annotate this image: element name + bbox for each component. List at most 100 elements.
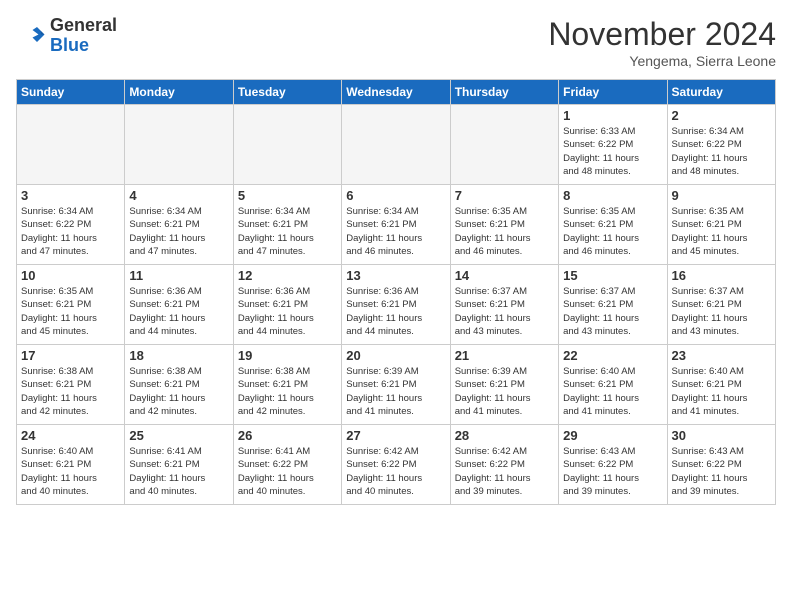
day-number: 5	[238, 188, 337, 203]
day-number: 20	[346, 348, 445, 363]
day-number: 2	[672, 108, 771, 123]
day-detail: Sunrise: 6:37 AM Sunset: 6:21 PM Dayligh…	[455, 285, 554, 338]
logo-icon	[16, 21, 46, 51]
day-number: 19	[238, 348, 337, 363]
day-number: 8	[563, 188, 662, 203]
day-detail: Sunrise: 6:36 AM Sunset: 6:21 PM Dayligh…	[129, 285, 228, 338]
day-number: 3	[21, 188, 120, 203]
day-detail: Sunrise: 6:38 AM Sunset: 6:21 PM Dayligh…	[129, 365, 228, 418]
calendar-cell: 1 Sunrise: 6:33 AM Sunset: 6:22 PM Daylig…	[559, 105, 667, 185]
day-detail: Sunrise: 6:35 AM Sunset: 6:21 PM Dayligh…	[672, 205, 771, 258]
page: General Blue November 2024 Yengema, Sier…	[0, 0, 792, 612]
calendar-cell: 28Sunrise: 6:42 AM Sunset: 6:22 PM Dayli…	[450, 425, 558, 505]
month-title: November 2024	[548, 16, 776, 53]
calendar-cell: 27 Sunrise: 6:42 AM Sunset: 6:22 PM Dayli…	[342, 425, 450, 505]
calendar-header: Sunday Monday Tuesday Wednesday Thursday…	[17, 80, 776, 105]
day-detail: Sunrise: 6:43 AM Sunset: 6:22 PM Dayligh…	[563, 445, 662, 498]
day-detail: Sunrise: 6:41 AM Sunset: 6:22 PM Dayligh…	[238, 445, 337, 498]
day-detail: Sunrise: 6:33 AM Sunset: 6:22 PM Dayligh…	[563, 125, 662, 178]
calendar-cell: 13 Sunrise: 6:36 AM Sunset: 6:21 PM Dayli…	[342, 265, 450, 345]
calendar-cell: 16Sunrise: 6:37 AM Sunset: 6:21 PM Dayli…	[667, 265, 775, 345]
calendar-cell: 8 Sunrise: 6:35 AM Sunset: 6:21 PM Daylig…	[559, 185, 667, 265]
day-detail: Sunrise: 6:34 AM Sunset: 6:22 PM Dayligh…	[21, 205, 120, 258]
col-sunday: Sunday	[17, 80, 125, 105]
calendar-week-3: 17 Sunrise: 6:38 AM Sunset: 6:21 PM Dayli…	[17, 345, 776, 425]
col-thursday: Thursday	[450, 80, 558, 105]
day-number: 24	[21, 428, 120, 443]
calendar-cell: 9 Sunrise: 6:35 AM Sunset: 6:21 PM Daylig…	[667, 185, 775, 265]
calendar-cell: 15Sunrise: 6:37 AM Sunset: 6:21 PM Dayli…	[559, 265, 667, 345]
col-friday: Friday	[559, 80, 667, 105]
day-number: 12	[238, 268, 337, 283]
day-number: 29	[563, 428, 662, 443]
day-number: 27	[346, 428, 445, 443]
col-wednesday: Wednesday	[342, 80, 450, 105]
day-number: 14	[455, 268, 554, 283]
calendar-cell: 30 Sunrise: 6:43 AM Sunset: 6:22 PM Dayli…	[667, 425, 775, 505]
day-number: 1	[563, 108, 662, 123]
day-detail: Sunrise: 6:42 AM Sunset: 6:22 PM Dayligh…	[346, 445, 445, 498]
day-number: 9	[672, 188, 771, 203]
day-detail: Sunrise: 6:40 AM Sunset: 6:21 PM Dayligh…	[21, 445, 120, 498]
day-detail: Sunrise: 6:34 AM Sunset: 6:21 PM Dayligh…	[346, 205, 445, 258]
day-number: 26	[238, 428, 337, 443]
day-detail: Sunrise: 6:40 AM Sunset: 6:21 PM Dayligh…	[672, 365, 771, 418]
calendar-cell	[233, 105, 341, 185]
calendar-week-1: 3 Sunrise: 6:34 AM Sunset: 6:22 PM Daylig…	[17, 185, 776, 265]
weekday-row: Sunday Monday Tuesday Wednesday Thursday…	[17, 80, 776, 105]
calendar-cell: 29 Sunrise: 6:43 AM Sunset: 6:22 PM Dayli…	[559, 425, 667, 505]
calendar: Sunday Monday Tuesday Wednesday Thursday…	[16, 79, 776, 505]
day-number: 23	[672, 348, 771, 363]
day-detail: Sunrise: 6:36 AM Sunset: 6:21 PM Dayligh…	[238, 285, 337, 338]
header: General Blue November 2024 Yengema, Sier…	[16, 16, 776, 69]
calendar-body: 1 Sunrise: 6:33 AM Sunset: 6:22 PM Daylig…	[17, 105, 776, 505]
calendar-cell: 25Sunrise: 6:41 AM Sunset: 6:21 PM Dayli…	[125, 425, 233, 505]
calendar-cell: 21 Sunrise: 6:39 AM Sunset: 6:21 PM Dayli…	[450, 345, 558, 425]
day-number: 22	[563, 348, 662, 363]
calendar-cell: 26 Sunrise: 6:41 AM Sunset: 6:22 PM Dayli…	[233, 425, 341, 505]
day-detail: Sunrise: 6:34 AM Sunset: 6:22 PM Dayligh…	[672, 125, 771, 178]
calendar-cell: 6 Sunrise: 6:34 AM Sunset: 6:21 PM Daylig…	[342, 185, 450, 265]
col-tuesday: Tuesday	[233, 80, 341, 105]
calendar-cell	[450, 105, 558, 185]
day-number: 7	[455, 188, 554, 203]
day-detail: Sunrise: 6:37 AM Sunset: 6:21 PM Dayligh…	[672, 285, 771, 338]
calendar-cell	[17, 105, 125, 185]
day-detail: Sunrise: 6:34 AM Sunset: 6:21 PM Dayligh…	[129, 205, 228, 258]
day-detail: Sunrise: 6:38 AM Sunset: 6:21 PM Dayligh…	[21, 365, 120, 418]
title-block: November 2024 Yengema, Sierra Leone	[548, 16, 776, 69]
calendar-cell: 23 Sunrise: 6:40 AM Sunset: 6:21 PM Dayli…	[667, 345, 775, 425]
day-detail: Sunrise: 6:39 AM Sunset: 6:21 PM Dayligh…	[346, 365, 445, 418]
calendar-cell: 20 Sunrise: 6:39 AM Sunset: 6:21 PM Dayli…	[342, 345, 450, 425]
day-detail: Sunrise: 6:43 AM Sunset: 6:22 PM Dayligh…	[672, 445, 771, 498]
calendar-cell: 10 Sunrise: 6:35 AM Sunset: 6:21 PM Dayli…	[17, 265, 125, 345]
calendar-cell	[125, 105, 233, 185]
calendar-cell: 18 Sunrise: 6:38 AM Sunset: 6:21 PM Dayli…	[125, 345, 233, 425]
day-number: 18	[129, 348, 228, 363]
calendar-week-4: 24 Sunrise: 6:40 AM Sunset: 6:21 PM Dayli…	[17, 425, 776, 505]
col-monday: Monday	[125, 80, 233, 105]
calendar-cell: 19Sunrise: 6:38 AM Sunset: 6:21 PM Dayli…	[233, 345, 341, 425]
day-detail: Sunrise: 6:36 AM Sunset: 6:21 PM Dayligh…	[346, 285, 445, 338]
day-number: 13	[346, 268, 445, 283]
day-detail: Sunrise: 6:35 AM Sunset: 6:21 PM Dayligh…	[21, 285, 120, 338]
calendar-cell: 17 Sunrise: 6:38 AM Sunset: 6:21 PM Dayli…	[17, 345, 125, 425]
day-number: 30	[672, 428, 771, 443]
day-detail: Sunrise: 6:35 AM Sunset: 6:21 PM Dayligh…	[563, 205, 662, 258]
day-detail: Sunrise: 6:39 AM Sunset: 6:21 PM Dayligh…	[455, 365, 554, 418]
calendar-cell: 11 Sunrise: 6:36 AM Sunset: 6:21 PM Dayli…	[125, 265, 233, 345]
day-detail: Sunrise: 6:34 AM Sunset: 6:21 PM Dayligh…	[238, 205, 337, 258]
day-number: 4	[129, 188, 228, 203]
day-number: 11	[129, 268, 228, 283]
location: Yengema, Sierra Leone	[548, 53, 776, 69]
day-number: 6	[346, 188, 445, 203]
day-number: 28	[455, 428, 554, 443]
day-number: 17	[21, 348, 120, 363]
calendar-cell	[342, 105, 450, 185]
calendar-cell: 3 Sunrise: 6:34 AM Sunset: 6:22 PM Daylig…	[17, 185, 125, 265]
day-number: 10	[21, 268, 120, 283]
calendar-week-2: 10 Sunrise: 6:35 AM Sunset: 6:21 PM Dayli…	[17, 265, 776, 345]
day-number: 21	[455, 348, 554, 363]
calendar-cell: 12 Sunrise: 6:36 AM Sunset: 6:21 PM Dayli…	[233, 265, 341, 345]
day-detail: Sunrise: 6:40 AM Sunset: 6:21 PM Dayligh…	[563, 365, 662, 418]
